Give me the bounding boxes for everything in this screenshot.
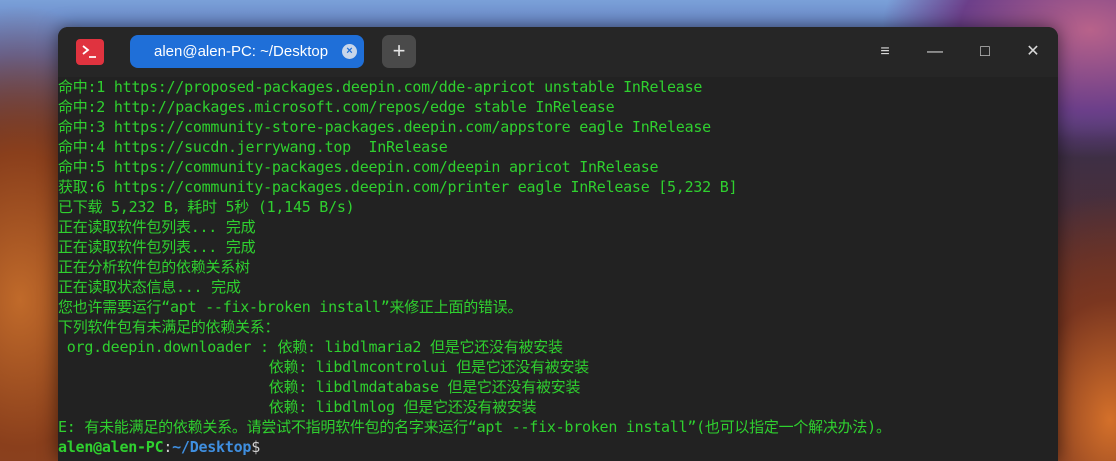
output-line: 正在读取软件包列表... 完成	[58, 238, 256, 256]
tab-terminal-desktop[interactable]: alen@alen-PC: ~/Desktop ×	[130, 35, 364, 68]
output-line: 已下载 5,232 B，耗时 5秒 (1,145 B/s)	[58, 198, 355, 216]
output-line: 命中:5 https://community-packages.deepin.c…	[58, 158, 659, 176]
shell-prompt[interactable]: alen@alen-PC:~/Desktop$	[58, 437, 260, 457]
output-line: 正在读取状态信息... 完成	[58, 278, 241, 296]
maximize-icon[interactable]: □	[972, 39, 998, 65]
output-line: E: 有未能满足的依赖关系。请尝试不指明软件包的名字来运行“apt --fix-…	[58, 418, 891, 436]
output-line: 依赖: libdlmlog 但是它还没有被安装	[58, 398, 537, 416]
minimize-icon[interactable]: —	[922, 39, 948, 65]
output-line: 获取:6 https://community-packages.deepin.c…	[58, 178, 738, 196]
output-line: 您也许需要运行“apt --fix-broken install”来修正上面的错…	[58, 298, 523, 316]
output-line: 命中:3 https://community-store-packages.de…	[58, 118, 711, 136]
output-line: org.deepin.downloader : 依赖: libdlmaria2 …	[58, 338, 563, 356]
prompt-symbol: $	[251, 438, 260, 456]
output-line: 命中:2 http://packages.microsoft.com/repos…	[58, 98, 615, 116]
output-line: 正在分析软件包的依赖关系树	[58, 258, 250, 276]
terminal-window: alen@alen-PC: ~/Desktop × + ≡ — □ ✕ 命中:1…	[58, 27, 1058, 461]
prompt-path: ~/Desktop	[172, 438, 252, 456]
tab-close-icon[interactable]: ×	[342, 44, 357, 59]
new-tab-button[interactable]: +	[382, 35, 416, 68]
prompt-separator: :	[163, 438, 173, 456]
close-icon[interactable]: ✕	[1020, 39, 1046, 65]
tab-title: alen@alen-PC: ~/Desktop	[154, 43, 329, 60]
output-line: 下列软件包有未满足的依赖关系：	[58, 318, 280, 336]
prompt-user-host: alen@alen-PC	[58, 438, 164, 456]
title-bar[interactable]: alen@alen-PC: ~/Desktop × + ≡ — □ ✕	[58, 27, 1058, 77]
output-line: 依赖: libdlmcontrolui 但是它还没有被安装	[58, 358, 590, 376]
output-line: 命中:4 https://sucdn.jerrywang.top InRelea…	[58, 138, 448, 156]
terminal-output-area[interactable]: 命中:1 https://proposed-packages.deepin.co…	[58, 77, 1058, 461]
terminal-app-icon	[76, 39, 104, 65]
output-line: 正在读取软件包列表... 完成	[58, 218, 256, 236]
output-line: 命中:1 https://proposed-packages.deepin.co…	[58, 78, 703, 96]
output-line: 依赖: libdlmdatabase 但是它还没有被安装	[58, 378, 581, 396]
menu-icon[interactable]: ≡	[872, 39, 898, 65]
